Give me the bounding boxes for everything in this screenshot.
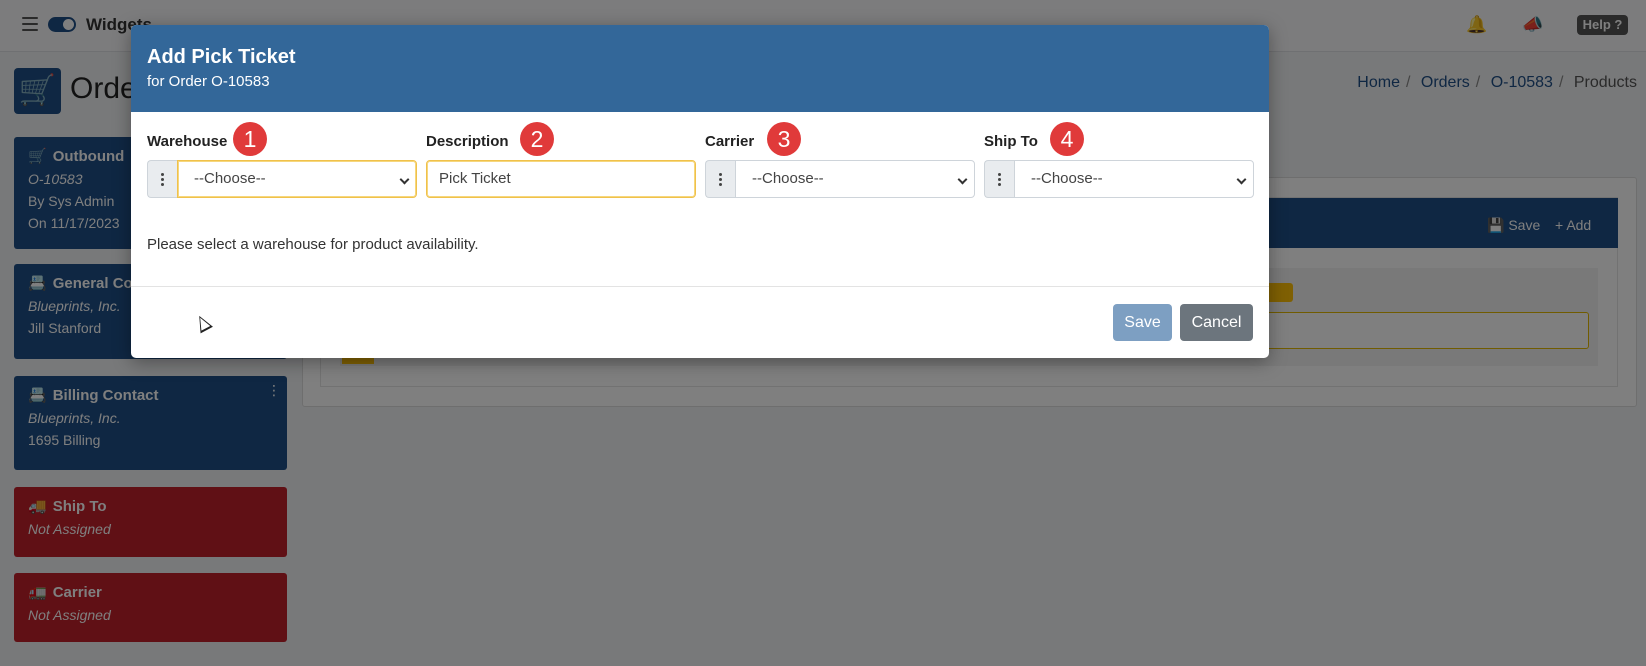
warehouse-select[interactable]: --Choose-- [177, 160, 417, 198]
ship-to-label: Ship To [984, 133, 1038, 150]
warehouse-label: Warehouse [147, 133, 228, 150]
vertical-dots-icon [998, 172, 1001, 186]
modal-body: Warehouse 1 --Choose-- Description 2 Pic… [131, 112, 1269, 287]
description-field: Description 2 Pick Ticket [426, 122, 696, 198]
carrier-options-button[interactable] [705, 160, 735, 198]
warehouse-help-text: Please select a warehouse for product av… [147, 236, 479, 253]
ship-to-field: Ship To 4 --Choose-- [984, 122, 1254, 198]
carrier-select[interactable]: --Choose-- [735, 160, 975, 198]
description-label: Description [426, 133, 509, 150]
carrier-label: Carrier [705, 133, 755, 150]
carrier-field: Carrier 3 --Choose-- [705, 122, 975, 198]
modal-subtitle: for Order O-10583 [147, 73, 270, 90]
vertical-dots-icon [719, 172, 722, 186]
save-button[interactable]: Save [1113, 304, 1172, 341]
step-badge-2: 2 [520, 122, 554, 156]
modal-title: Add Pick Ticket [147, 46, 296, 68]
warehouse-options-button[interactable] [147, 160, 177, 198]
ship-to-options-button[interactable] [984, 160, 1014, 198]
step-badge-3: 3 [767, 122, 801, 156]
warehouse-select-value: --Choose-- [194, 170, 266, 187]
cancel-button[interactable]: Cancel [1180, 304, 1253, 341]
ship-to-select[interactable]: --Choose-- [1014, 160, 1254, 198]
add-pick-ticket-modal: Add Pick Ticket for Order O-10583 Wareho… [131, 25, 1269, 358]
modal-footer: Save Cancel [131, 287, 1269, 358]
step-badge-4: 4 [1050, 122, 1084, 156]
step-badge-1: 1 [233, 122, 267, 156]
chevron-down-icon [1236, 174, 1247, 185]
warehouse-field: Warehouse 1 --Choose-- [147, 122, 417, 198]
carrier-select-value: --Choose-- [752, 170, 824, 187]
description-input[interactable]: Pick Ticket [426, 160, 696, 198]
chevron-down-icon [957, 174, 968, 185]
ship-to-select-value: --Choose-- [1031, 170, 1103, 187]
modal-header: Add Pick Ticket for Order O-10583 [131, 25, 1269, 112]
vertical-dots-icon [161, 172, 164, 186]
chevron-down-icon [399, 174, 410, 185]
